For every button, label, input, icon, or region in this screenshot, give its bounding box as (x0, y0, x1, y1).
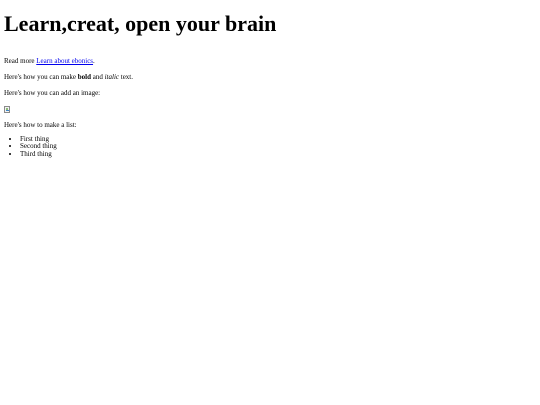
read-more-prefix: Read more (4, 57, 37, 66)
image-intro-paragraph: Here's how you can add an image: (4, 89, 101, 98)
page-heading: Learn,creat, open your brain (4, 11, 277, 36)
list-item: First thing (20, 135, 536, 144)
formatting-suffix: text. (119, 73, 133, 82)
list-intro-paragraph: Here's how to make a list: (4, 120, 77, 129)
list-item: Third thing (20, 150, 536, 159)
learn-about-link[interactable]: Learn about ebonics (36, 57, 93, 65)
read-more-suffix: . (93, 57, 95, 66)
formatting-prefix: Here's how you can make (4, 73, 78, 82)
italic-text: italic (104, 73, 119, 82)
formatting-paragraph: Here's how you can make bold and italic … (4, 73, 536, 81)
broken-image-icon (4, 105, 10, 113)
image-container (4, 105, 536, 114)
list-item: Second thing (20, 143, 536, 151)
page: Learn,creat, open your brain Read more L… (0, 11, 540, 158)
bullet-list: First thing Second thing Third thing (4, 135, 536, 159)
formatting-middle: and (91, 73, 105, 82)
bold-text: bold (77, 73, 91, 82)
read-more-paragraph: Read more Learn about ebonics. (4, 57, 536, 65)
